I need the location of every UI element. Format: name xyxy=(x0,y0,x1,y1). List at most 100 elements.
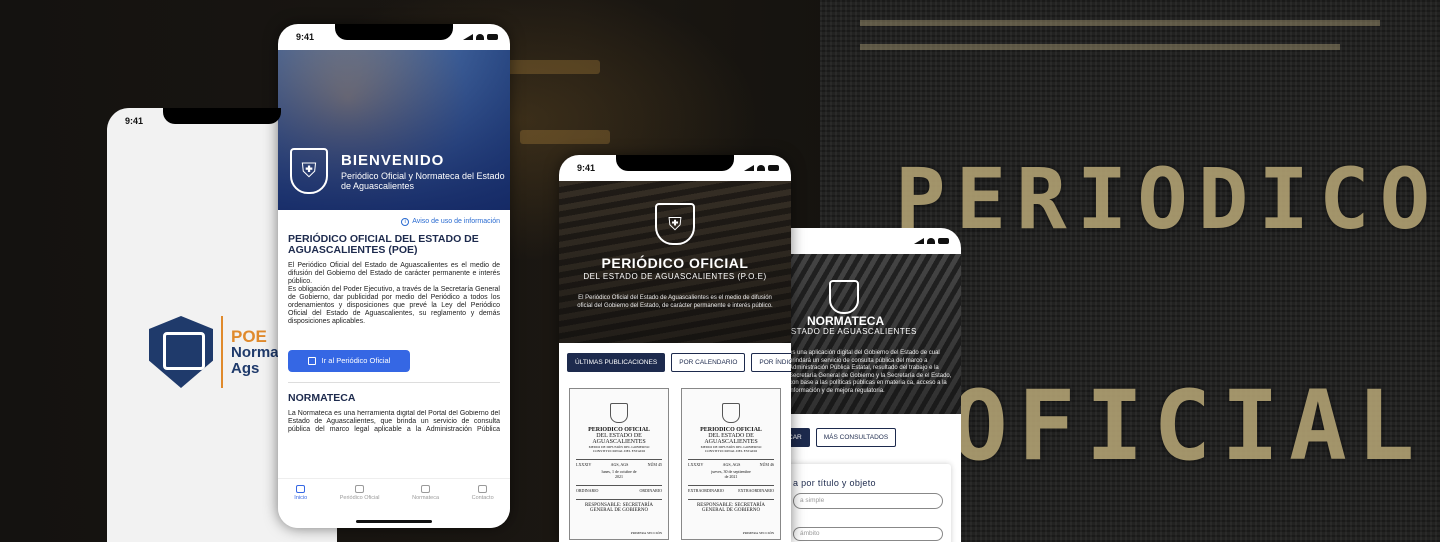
home-indicator xyxy=(356,520,432,523)
info-icon: i xyxy=(401,218,410,226)
phone-normateca: NORMATECA ESTADO DE AGUASCALIENTES es un… xyxy=(771,228,961,542)
contact-icon xyxy=(478,485,488,493)
doc-number: NÚM 45 xyxy=(647,462,662,467)
periodico-hero: ⛨ PERIÓDICO OFICIAL DEL ESTADO DE AGUASC… xyxy=(559,181,791,343)
go-periodico-label: Ir al Periódico Oficial xyxy=(321,356,391,365)
normateca-hero-desc: es una aplicación digital del Gobierno d… xyxy=(789,350,952,394)
tab-periodico[interactable]: Periódico Oficial xyxy=(340,485,380,501)
doc-kind-left: EXTRAORDINARIO xyxy=(688,488,724,493)
normateca-hero-subtitle: ESTADO DE AGUASCALIENTES xyxy=(785,327,917,336)
phone-periodico: 9:41 ⛨ PERIÓDICO OFICIAL DEL ESTADO DE A… xyxy=(559,155,791,542)
tab-label: Normateca xyxy=(412,495,440,501)
state-crest-icon: ⛨ xyxy=(290,148,328,194)
normateca-hero: NORMATECA ESTADO DE AGUASCALIENTES es un… xyxy=(771,254,961,414)
search-form: a por título y objeto a simple ámbito xyxy=(785,464,951,542)
book-icon xyxy=(421,485,431,493)
doc-tomo: LXXXIV xyxy=(688,462,704,467)
segment-calendario[interactable]: POR CALENDARIO xyxy=(671,353,746,372)
notch xyxy=(335,24,453,40)
tab-normateca[interactable]: Normateca xyxy=(412,485,439,501)
doc-kind-left: ORDINARIO xyxy=(576,488,599,493)
status-bar xyxy=(771,228,961,254)
periodico-title: PERIÓDICO OFICIAL xyxy=(601,255,749,271)
segment-indice[interactable]: POR ÍNDICE xyxy=(751,353,791,372)
publication-card[interactable]: PERIODICO OFICIAL DEL ESTADO DE AGUASCAL… xyxy=(681,388,781,540)
doc-caption: MEDIO DE DIFUSIÓN DEL GOBIERNO CONSTITUC… xyxy=(700,445,762,453)
status-time: 9:41 xyxy=(125,116,144,126)
wifi-icon xyxy=(476,34,484,40)
signal-icon xyxy=(463,34,473,40)
periodico-desc: El Periódico Oficial del Estado de Aguas… xyxy=(577,295,773,309)
welcome-title: BIENVENIDO xyxy=(341,152,445,169)
shield-logo-icon xyxy=(149,316,213,388)
tab-bar: Inicio Periódico Oficial Normateca Conta… xyxy=(278,478,510,528)
doc-kind: EXTRAORDINARIO EXTRAORDINARIO xyxy=(688,485,774,493)
poe-paragraph-2: Es obligación del Poder Ejecutivo, a tra… xyxy=(288,286,500,325)
poe-title: PERIÓDICO OFICIAL DEL ESTADO DE AGUASCAL… xyxy=(288,233,479,256)
divider xyxy=(288,382,500,383)
segment-mas-consultados[interactable]: MÁS CONSULTADOS xyxy=(815,428,897,447)
doc-date: lunes, 1 de octubre de 2021 xyxy=(601,469,637,479)
battery-icon xyxy=(938,238,949,244)
doc-section: PRIMERA SECCIÓN xyxy=(630,531,662,535)
doc-responsable: RESPONSABLE: SECRETARÍA GENERAL DE GOBIE… xyxy=(688,499,774,513)
poe-paragraph-1: El Periódico Oficial del Estado de Aguas… xyxy=(288,262,500,285)
doc-kind-right: ORDINARIO xyxy=(639,488,662,493)
aviso-label: Aviso de uso de información xyxy=(412,218,500,225)
signal-icon xyxy=(914,238,924,244)
doc-place: AGS, AGS xyxy=(722,462,741,467)
signal-icon xyxy=(744,165,754,171)
tab-label: Inicio xyxy=(294,495,308,501)
tab-inicio[interactable]: Inicio xyxy=(294,485,307,501)
crest-icon xyxy=(610,403,628,423)
newspaper-icon xyxy=(307,357,316,365)
crest-icon xyxy=(722,403,740,423)
state-crest-icon xyxy=(829,280,859,314)
tab-contacto[interactable]: Contacto xyxy=(472,485,494,501)
tab-label: Periódico Oficial xyxy=(339,495,380,501)
simple-search-input[interactable]: a simple xyxy=(793,493,943,509)
doc-caption: MEDIO DE DIFUSIÓN DEL GOBIERNO CONSTITUC… xyxy=(588,445,650,453)
normateca-paragraph: La Normateca es una herramienta digital … xyxy=(288,410,500,433)
normateca-hero-title: NORMATECA xyxy=(807,314,885,328)
periodico-subtitle: DEL ESTADO DE AGUASCALIENTES (P.O.E) xyxy=(583,272,767,281)
background-light-bar xyxy=(520,130,610,144)
welcome-subtitle: Periódico Oficial y Normateca del Estado… xyxy=(341,171,505,191)
background-word-oficial: OFICIAL xyxy=(950,370,1425,482)
doc-meta: LXXXIV AGS, AGS NÚM 46 xyxy=(688,459,774,467)
doc-place: AGS, AGS xyxy=(610,462,629,467)
tab-label: Contacto xyxy=(471,495,494,501)
doc-meta: LXXXIV AGS, AGS NÚM 45 xyxy=(576,459,662,467)
doc-section: PRIMERA SECCIÓN xyxy=(742,531,774,535)
aviso-link[interactable]: i Aviso de uso de información xyxy=(288,218,500,226)
notch xyxy=(163,108,281,124)
battery-icon xyxy=(768,165,779,171)
phone-home: 9:41 ⛨ BIENVENIDO Periódico Oficial y No… xyxy=(278,24,510,528)
home-content: i Aviso de uso de información PERIÓDICO … xyxy=(278,210,510,434)
publications-list: PERIODICO OFICIAL DEL ESTADO DE AGUASCAL… xyxy=(559,382,791,542)
background-strip xyxy=(860,44,1340,50)
doc-number: NÚM 46 xyxy=(759,462,774,467)
notch xyxy=(616,155,734,171)
segment-ultimas[interactable]: ÚLTIMAS PUBLICACIONES xyxy=(567,353,666,372)
doc-tomo: LXXXIV xyxy=(576,462,592,467)
newspaper-icon xyxy=(355,485,365,493)
background-strip xyxy=(860,20,1380,26)
state-crest-icon: ⛨ xyxy=(655,203,695,245)
normateca-title: NORMATECA xyxy=(288,392,356,404)
logo-divider xyxy=(221,316,223,388)
go-periodico-button[interactable]: Ir al Periódico Oficial xyxy=(288,350,410,372)
background-word-periodico: PERIODICO xyxy=(895,150,1440,248)
status-icons xyxy=(914,238,949,244)
status-time: 9:41 xyxy=(296,32,315,42)
status-icons xyxy=(744,165,779,171)
ambito-select[interactable]: ámbito xyxy=(793,527,943,541)
periodico-segments: ÚLTIMAS PUBLICACIONES POR CALENDARIO POR… xyxy=(559,343,791,382)
doc-kind: ORDINARIO ORDINARIO xyxy=(576,485,662,493)
doc-date: jueves, 30 de septiembre de 2021 xyxy=(711,469,751,479)
publication-card[interactable]: PERIODICO OFICIAL DEL ESTADO DE AGUASCAL… xyxy=(569,388,669,540)
wifi-icon xyxy=(757,165,765,171)
battery-icon xyxy=(487,34,498,40)
search-form-title: a por título y objeto xyxy=(793,478,876,488)
doc-kind-right: EXTRAORDINARIO xyxy=(738,488,774,493)
